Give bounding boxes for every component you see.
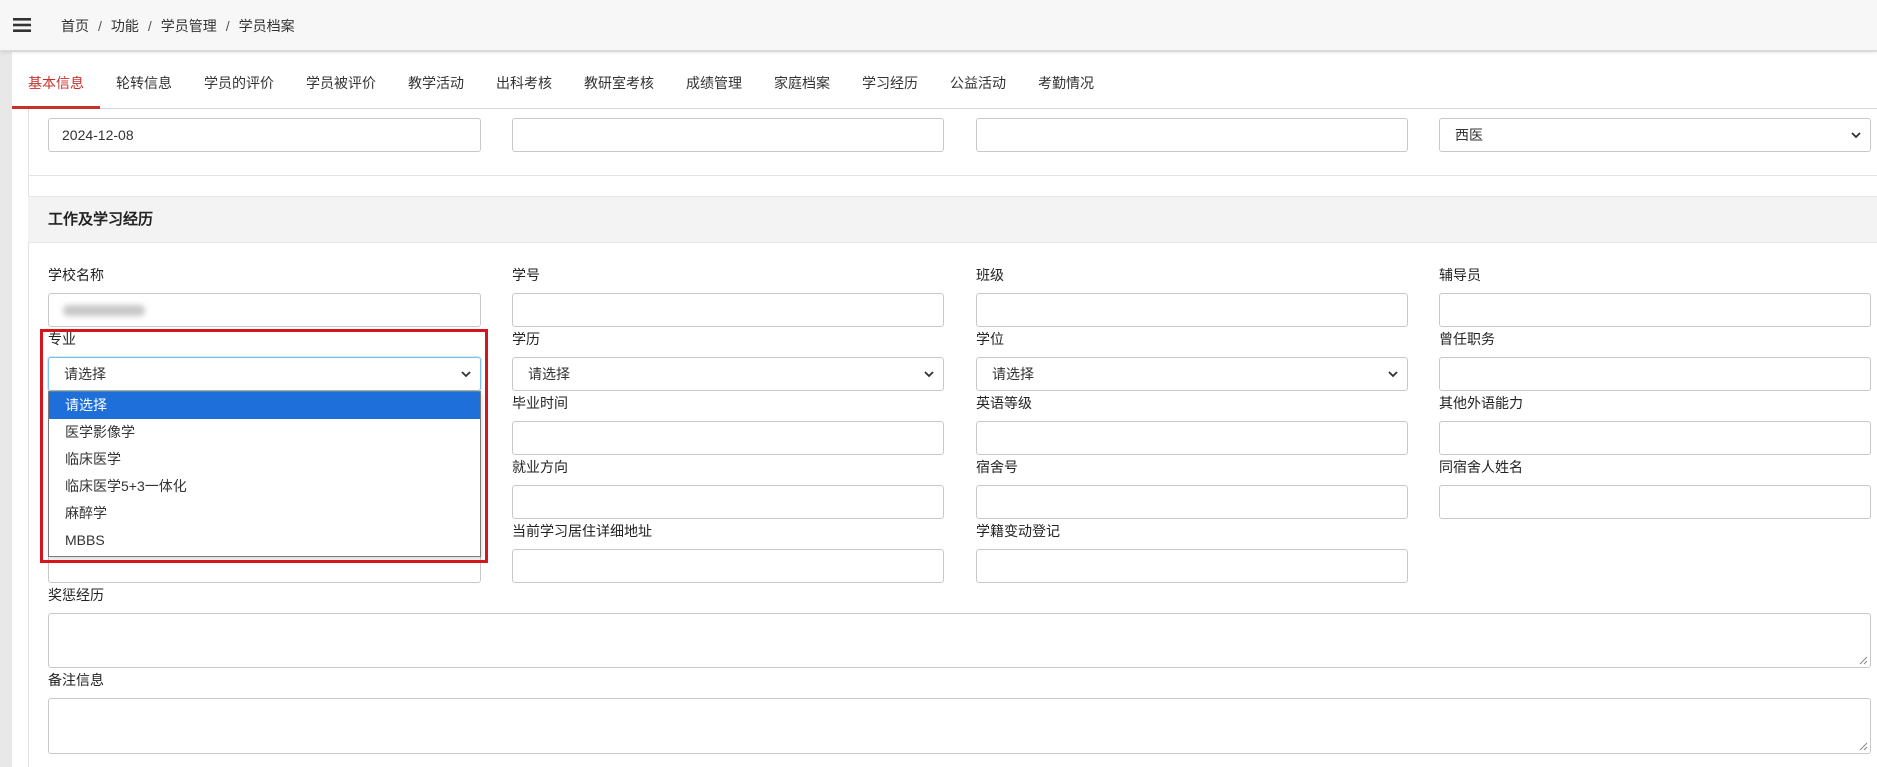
date-input-value: 2024-12-08 [62, 127, 134, 143]
select-value: 西医 [1455, 127, 1483, 143]
label-other-language: 其他外语能力 [1439, 395, 1523, 411]
tab-rotation-info[interactable]: 轮转信息 [100, 52, 188, 108]
roommate-names-input[interactable] [1439, 485, 1871, 519]
select-value: 请选择 [992, 366, 1034, 382]
tab-attendance[interactable]: 考勤情况 [1022, 52, 1110, 108]
label-rewards: 奖惩经历 [48, 587, 104, 603]
major-select[interactable]: 请选择 [48, 357, 481, 391]
dropdown-option[interactable]: 临床医学 [49, 446, 480, 473]
dropdown-option[interactable]: 临床医学5+3一体化 [49, 473, 480, 500]
tab-bar: 基本信息 轮转信息 学员的评价 学员被评价 教学活动 出科考核 教研室考核 成绩… [12, 52, 1877, 109]
label-current-address: 当前学习居住详细地址 [512, 523, 652, 539]
breadcrumb-item-function[interactable]: 功能 [111, 18, 139, 34]
breadcrumb-separator: / [147, 18, 152, 34]
dropdown-option[interactable]: 麻醉学 [49, 500, 480, 527]
label-class: 班级 [976, 267, 1004, 283]
class-input[interactable] [976, 293, 1408, 327]
section-header: 工作及学习经历 [28, 196, 1877, 243]
education-select[interactable]: 请选择 [512, 357, 944, 391]
english-level-input[interactable] [976, 421, 1408, 455]
major-dropdown-list: 请选择 医学影像学 临床医学 临床医学5+3一体化 麻醉学 MBBS [48, 391, 481, 557]
breadcrumb-separator: / [98, 18, 102, 34]
other-language-input[interactable] [1439, 421, 1871, 455]
text-input[interactable] [512, 118, 944, 152]
label-education: 学历 [512, 331, 540, 347]
date-input[interactable]: 2024-12-08 [48, 118, 481, 152]
status-change-input[interactable] [976, 549, 1408, 583]
chevron-down-icon [1388, 371, 1398, 378]
label-major: 专业 [48, 331, 76, 347]
degree-select[interactable]: 请选择 [976, 357, 1408, 391]
graduation-time-input[interactable] [512, 421, 944, 455]
tab-student-evaluated[interactable]: 学员被评价 [290, 52, 392, 108]
label-school-name: 学校名称 [48, 267, 104, 283]
label-student-no: 学号 [512, 267, 540, 283]
label-roommate-names: 同宿舍人姓名 [1439, 459, 1523, 475]
tab-study-history[interactable]: 学习经历 [846, 52, 934, 108]
student-no-input[interactable] [512, 293, 944, 327]
label-degree: 学位 [976, 331, 1004, 347]
hamburger-menu-icon[interactable] [13, 18, 31, 32]
section-title: 工作及学习经历 [48, 211, 154, 228]
chevron-down-icon [461, 371, 471, 378]
label-graduation-time: 毕业时间 [512, 395, 568, 411]
blurred-value [63, 305, 145, 316]
dropdown-option[interactable]: MBBS [49, 527, 480, 554]
remarks-textarea[interactable] [48, 698, 1871, 754]
breadcrumb-item-student-management[interactable]: 学员管理 [161, 18, 217, 34]
dropdown-option[interactable]: 医学影像学 [49, 419, 480, 446]
medicine-type-select[interactable]: 西医 [1439, 118, 1871, 152]
breadcrumb: 首页 / 功能 / 学员管理 / 学员档案 [61, 17, 295, 35]
former-position-input[interactable] [1439, 357, 1871, 391]
tab-basic-info[interactable]: 基本信息 [12, 52, 100, 109]
resize-handle-icon[interactable] [1858, 655, 1868, 665]
school-name-input[interactable] [48, 293, 481, 327]
breadcrumb-separator: / [225, 18, 230, 34]
label-status-change: 学籍变动登记 [976, 523, 1060, 539]
rewards-textarea[interactable] [48, 613, 1871, 668]
tab-grade-management[interactable]: 成绩管理 [670, 52, 758, 108]
breadcrumb-item-home[interactable]: 首页 [61, 18, 89, 34]
dorm-no-input[interactable] [976, 485, 1408, 519]
tab-student-evaluations[interactable]: 学员的评价 [188, 52, 290, 108]
employment-direction-input[interactable] [512, 485, 944, 519]
select-value: 请选择 [528, 366, 570, 382]
tab-family-archive[interactable]: 家庭档案 [758, 52, 846, 108]
label-english-level: 英语等级 [976, 395, 1032, 411]
dropdown-option[interactable]: 请选择 [49, 392, 480, 419]
counselor-input[interactable] [1439, 293, 1871, 327]
tab-department-exit-exam[interactable]: 出科考核 [480, 52, 568, 108]
chevron-down-icon [924, 371, 934, 378]
tab-public-welfare[interactable]: 公益活动 [934, 52, 1022, 108]
label-remarks: 备注信息 [48, 672, 104, 688]
select-value: 请选择 [64, 366, 106, 382]
tab-teaching-office-exam[interactable]: 教研室考核 [568, 52, 670, 108]
breadcrumb-item-student-archive: 学员档案 [238, 18, 295, 34]
label-counselor: 辅导员 [1439, 267, 1481, 283]
resize-handle-icon[interactable] [1858, 741, 1868, 751]
section-divider [28, 175, 1877, 176]
tab-teaching-activities[interactable]: 教学活动 [392, 52, 480, 108]
label-employment-direction: 就业方向 [512, 459, 568, 475]
top-bar: 首页 / 功能 / 学员管理 / 学员档案 [0, 0, 1877, 51]
text-input[interactable] [976, 118, 1408, 152]
label-former-position: 曾任职务 [1439, 331, 1495, 347]
current-address-input[interactable] [512, 549, 944, 583]
chevron-down-icon [1851, 132, 1861, 139]
label-dorm-no: 宿舍号 [976, 459, 1018, 475]
